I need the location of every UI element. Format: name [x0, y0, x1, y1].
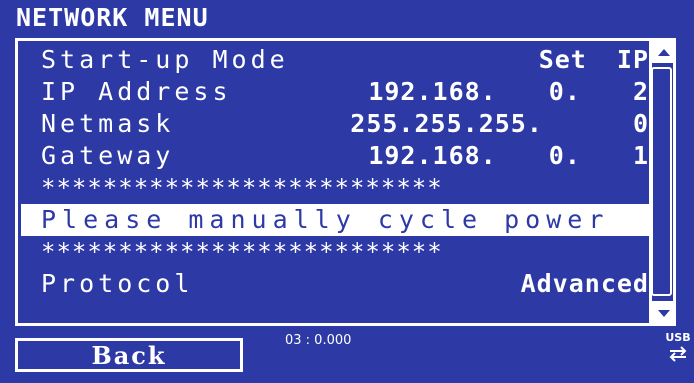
- menu-row-value: Advanced: [520, 269, 649, 298]
- menu-row-startup-mode[interactable]: Start-up Mode Set IP: [21, 44, 649, 76]
- menu-row-value: Set IP: [538, 45, 649, 74]
- arrow-down-icon: [658, 310, 670, 317]
- menu-row-value: 192.168. 0. 1: [368, 141, 649, 170]
- separator-row: **************************: [21, 236, 649, 268]
- notice-text: Please manually cycle power: [41, 205, 610, 234]
- scroll-up-button[interactable]: [652, 41, 673, 63]
- scroll-down-button[interactable]: [652, 301, 673, 323]
- timer-readout: 03 : 0.000: [285, 333, 352, 348]
- usb-transfer-icon: [669, 346, 687, 362]
- back-button[interactable]: Back: [15, 338, 243, 372]
- menu-row-label: Start-up Mode: [41, 45, 289, 74]
- arrow-up-icon: [658, 49, 670, 56]
- separator-row: **************************: [21, 172, 649, 204]
- separator-stars: **************************: [41, 174, 443, 202]
- menu-row-value: 255.255.255. 0: [350, 109, 649, 138]
- scroll-track[interactable]: [651, 67, 672, 296]
- usb-label: USB: [665, 331, 691, 344]
- menu-row-label: Protocol: [41, 269, 194, 298]
- menu-row-label: Netmask: [41, 109, 175, 138]
- menu-row-protocol[interactable]: Protocol Advanced: [21, 268, 649, 300]
- menu-row-value: 192.168. 0. 2: [368, 77, 649, 106]
- menu-row-label: Gateway: [41, 141, 175, 170]
- page-title: NETWORK MENU: [16, 3, 209, 32]
- menu-row-netmask[interactable]: Netmask 255.255.255. 0: [21, 108, 649, 140]
- menu-row-ip-address[interactable]: IP Address 192.168. 0. 2: [21, 76, 649, 108]
- menu-row-label: IP Address: [41, 77, 232, 106]
- menu-row-notice[interactable]: Please manually cycle power: [21, 204, 649, 236]
- separator-stars: **************************: [41, 238, 443, 266]
- usb-status: USB: [664, 332, 692, 372]
- menu-row-gateway[interactable]: Gateway 192.168. 0. 1: [21, 140, 649, 172]
- menu-list: Start-up Mode Set IP IP Address 192.168.…: [21, 44, 649, 300]
- scrollbar[interactable]: [649, 41, 673, 323]
- network-menu-panel: Start-up Mode Set IP IP Address 192.168.…: [15, 38, 676, 326]
